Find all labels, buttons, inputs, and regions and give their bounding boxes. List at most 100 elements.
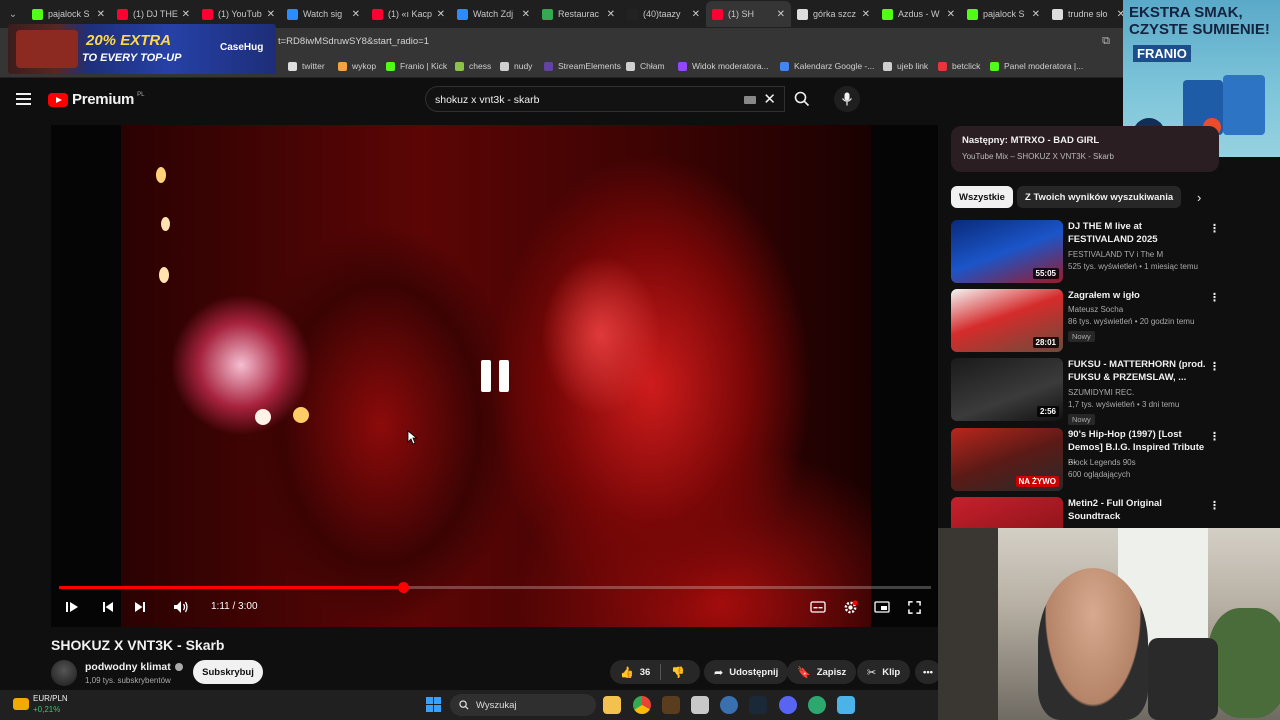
bookmark-item[interactable]: betclick [938, 61, 980, 71]
close-tab-icon[interactable]: ✕ [947, 9, 955, 20]
thumbs-up-icon[interactable]: 👍 [620, 666, 634, 679]
recommendation-channel[interactable]: Block Legends 90s [1068, 458, 1136, 467]
close-tab-icon[interactable]: ✕ [692, 9, 700, 20]
close-tab-icon[interactable]: ✕ [1032, 9, 1040, 20]
more-vertical-icon[interactable]: ⋮ [1209, 430, 1220, 443]
share-button[interactable]: ➦ Udostępnij [704, 660, 789, 684]
browser-tab[interactable]: (40)taazy ✕ [621, 1, 706, 27]
close-tab-icon[interactable]: ✕ [522, 9, 530, 20]
bookmark-item[interactable]: ujeb link [883, 61, 928, 71]
video-player[interactable]: 1:11 / 3:00 [51, 125, 938, 627]
bookmark-item[interactable]: twitter [288, 61, 325, 71]
chrome-icon[interactable] [633, 696, 651, 714]
browser-tab[interactable]: Watch Zdj ✕ [451, 1, 536, 27]
recommendation-item[interactable]: 55:05 DJ THE M live at FESTIVALAND 2025 FE… [951, 220, 1221, 284]
windows-start-icon[interactable] [426, 697, 441, 712]
menu-icon[interactable] [16, 93, 31, 105]
bookmark-item[interactable]: Widok moderatora... [678, 61, 769, 71]
recommendation-title[interactable]: DJ THE M live at FESTIVALAND 2025 [1068, 220, 1208, 246]
recommendation-channel[interactable]: Mateusz Socha [1068, 305, 1123, 314]
currency-ticker[interactable]: EUR/PLN [33, 694, 68, 703]
browser-tab[interactable]: trudne sło ✕ [1046, 1, 1131, 27]
snipping-tool-icon[interactable] [691, 696, 709, 714]
clip-button[interactable]: ✂ Klip [857, 660, 911, 684]
recommendation-title[interactable]: Metin2 - Full Original Soundtrack [1068, 497, 1208, 523]
bookmark-item[interactable]: Panel moderatora |... [990, 61, 1083, 71]
recommendation-item[interactable]: NA ŻYWO 90's Hip-Hop (1997) [Lost Demos] … [951, 428, 1221, 492]
up-next-card[interactable]: Następny: MTRXO - BAD GIRL YouTube Mix –… [951, 126, 1219, 172]
bookmark-item[interactable]: chess [455, 61, 491, 71]
video-thumbnail[interactable]: 28:01 [951, 289, 1063, 352]
currency-widget-icon[interactable] [13, 698, 29, 710]
search-input[interactable]: shokuz x vnt3k - skarb ✕ [425, 86, 785, 112]
recommendation-item[interactable]: 2:56 FUKSU - MATTERHORN (prod. FUKSU & PR… [951, 358, 1221, 425]
file-explorer-icon[interactable] [603, 696, 621, 714]
close-tab-icon[interactable]: ✕ [182, 9, 190, 20]
subtitles-button[interactable] [808, 595, 828, 619]
keyboard-icon[interactable] [744, 96, 756, 104]
close-tab-icon[interactable]: ✕ [607, 9, 615, 20]
bookmark-item[interactable]: StreamElements [544, 61, 621, 71]
chip-from-search[interactable]: Z Twoich wyników wyszukiwania [1017, 186, 1182, 208]
more-vertical-icon[interactable]: ⋮ [1209, 360, 1220, 373]
close-tab-icon[interactable]: ✕ [862, 9, 870, 20]
close-tab-icon[interactable]: ✕ [437, 9, 445, 20]
video-thumbnail[interactable]: NA ŻYWO [951, 428, 1063, 491]
volume-button[interactable] [171, 595, 191, 619]
more-vertical-icon[interactable]: ⋮ [1209, 291, 1220, 304]
taskbar-search[interactable]: Wyszukaj [450, 694, 596, 716]
app-icon[interactable] [662, 696, 680, 714]
chevron-right-icon[interactable]: › [1197, 190, 1201, 205]
close-tab-icon[interactable]: ✕ [97, 9, 105, 20]
channel-avatar[interactable] [51, 660, 77, 686]
save-button[interactable]: 🔖 Zapisz [787, 660, 857, 684]
recommendation-title[interactable]: FUKSU - MATTERHORN (prod. FUKSU & PRZEMS… [1068, 358, 1208, 384]
discord-icon[interactable] [779, 696, 797, 714]
recommendation-title[interactable]: Zagrałem w igło [1068, 289, 1208, 302]
browser-tab[interactable]: Azdus - W ✕ [876, 1, 961, 27]
video-thumbnail[interactable]: 2:56 [951, 358, 1063, 421]
bookmark-item[interactable]: Kalendarz Google -... [780, 61, 874, 71]
next-button[interactable] [131, 595, 149, 619]
channel-name[interactable]: podwodny klimat [85, 661, 183, 673]
youtube-premium-logo[interactable]: Premium PL [48, 91, 144, 108]
browser-tab[interactable]: pajalock S ✕ [961, 1, 1046, 27]
recommendation-channel[interactable]: FESTIVALAND TV i The M [1068, 250, 1163, 259]
app-icon-green[interactable] [808, 696, 826, 714]
steam-icon[interactable] [749, 696, 767, 714]
browser-tab[interactable]: (1) SH ✕ [706, 1, 791, 27]
notepad-icon[interactable] [837, 696, 855, 714]
video-progress-bar[interactable] [59, 582, 931, 593]
address-bar-url[interactable]: t=RD8iwMSdruwSY8&start_radio=1 [278, 36, 429, 47]
browser-tab[interactable]: górka szcz ✕ [791, 1, 876, 27]
bookmark-item[interactable]: wykop [338, 61, 376, 71]
like-count[interactable]: 36 [640, 667, 651, 678]
video-thumbnail[interactable]: 55:05 [951, 220, 1063, 283]
bookmark-item[interactable]: Chłam [626, 61, 665, 71]
close-tab-icon[interactable]: ✕ [777, 9, 785, 20]
fullscreen-button[interactable] [904, 595, 924, 619]
bookmark-item[interactable]: Franio | Kick [386, 61, 447, 71]
settings-button[interactable] [840, 595, 860, 619]
search-button[interactable] [785, 86, 819, 112]
miniplayer-button[interactable] [872, 595, 892, 619]
settings-app-icon[interactable] [720, 696, 738, 714]
recommendation-channel[interactable]: SZUMIDYMI REC. [1068, 388, 1134, 397]
close-tab-icon[interactable]: ✕ [352, 9, 360, 20]
progress-scrubber[interactable] [398, 582, 409, 593]
browser-tab[interactable]: Watch sig ✕ [281, 1, 366, 27]
previous-button[interactable] [99, 595, 117, 619]
play-button[interactable] [63, 595, 81, 619]
subscribe-button[interactable]: Subskrybuj [193, 660, 263, 684]
more-vertical-icon[interactable]: ⋮ [1209, 222, 1220, 235]
recommendation-item[interactable]: 28:01 Zagrałem w igło Mateusz Socha 86 tys.… [951, 289, 1221, 353]
voice-search-button[interactable] [834, 86, 860, 112]
browser-tab[interactable]: Restaurac ✕ [536, 1, 621, 27]
cast-icon[interactable]: ⧉ [1102, 35, 1110, 48]
close-tab-icon[interactable]: ✕ [267, 9, 275, 20]
more-vertical-icon[interactable]: ⋮ [1209, 499, 1220, 512]
bookmark-item[interactable]: nudy [500, 61, 532, 71]
chip-all[interactable]: Wszystkie [951, 186, 1013, 208]
thumbs-down-icon[interactable]: 👎 [671, 666, 685, 679]
browser-tab[interactable]: (1) «ı Kacp ✕ [366, 1, 451, 27]
